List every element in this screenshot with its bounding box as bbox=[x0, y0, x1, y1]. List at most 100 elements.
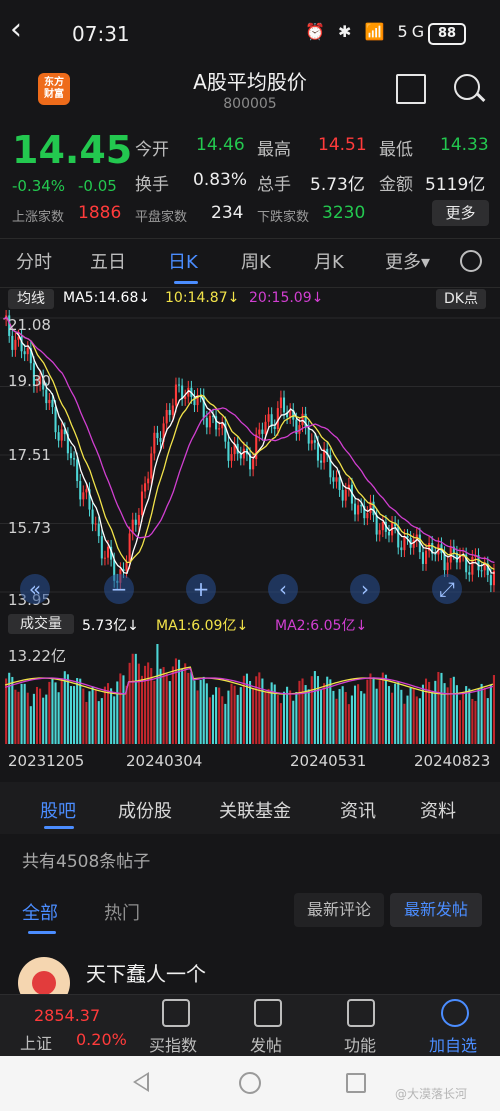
zoom-in-icon[interactable]: + bbox=[186, 574, 216, 604]
volume-bar bbox=[357, 684, 360, 744]
grid-icon[interactable] bbox=[347, 999, 375, 1027]
volume-bar bbox=[310, 676, 313, 744]
volume-bar bbox=[449, 677, 452, 744]
volume-bar bbox=[54, 682, 57, 744]
add-watchlist-button[interactable]: 加自选 bbox=[429, 1032, 477, 1056]
high-value: 14.51 bbox=[318, 135, 367, 155]
indicator-type-button[interactable]: 均线 bbox=[8, 289, 54, 309]
filter-all-tab[interactable]: 全部 bbox=[22, 899, 58, 925]
volume-bar bbox=[341, 686, 344, 744]
volume-bar bbox=[128, 662, 131, 744]
volume-bar bbox=[73, 686, 76, 744]
volume-bar bbox=[267, 688, 270, 744]
rewind-icon[interactable]: « bbox=[20, 574, 50, 604]
function-button[interactable]: 功能 bbox=[344, 1032, 376, 1056]
volume-bar bbox=[353, 685, 357, 744]
zoom-out-icon[interactable]: − bbox=[104, 574, 134, 604]
add-icon[interactable] bbox=[441, 999, 469, 1027]
ma5-value: MA5:14.68↓ bbox=[63, 290, 151, 306]
volume-bar bbox=[202, 676, 205, 744]
post-button[interactable]: 发帖 bbox=[250, 1032, 282, 1056]
more-quote-button[interactable]: 更多 bbox=[432, 200, 489, 226]
volume-bar bbox=[298, 680, 301, 744]
candle bbox=[69, 453, 73, 459]
candle bbox=[301, 413, 304, 426]
volume-bar bbox=[292, 700, 295, 744]
change-value: -0.05 bbox=[78, 177, 117, 195]
candle bbox=[128, 533, 131, 563]
fullscreen-icon[interactable]: ⤢ bbox=[432, 574, 462, 604]
ma10-value: 10:14.87↓ bbox=[165, 290, 240, 306]
volume-bar bbox=[474, 700, 477, 744]
volume-bar bbox=[415, 696, 418, 744]
index-value[interactable]: 2854.37 bbox=[34, 1006, 100, 1025]
candle bbox=[353, 503, 357, 515]
volume-bar bbox=[174, 658, 177, 744]
tab-five-day[interactable]: 五日 bbox=[90, 248, 126, 274]
volume-bar bbox=[227, 690, 230, 744]
scroll-right-icon[interactable]: › bbox=[350, 574, 380, 604]
candle bbox=[424, 550, 428, 564]
volume-bar bbox=[60, 678, 63, 744]
volume-bar bbox=[91, 686, 94, 744]
filter-hot-tab[interactable]: 热门 bbox=[104, 899, 140, 925]
change-pct: -0.34% bbox=[12, 177, 66, 195]
index-pct[interactable]: 0.20% bbox=[76, 1030, 127, 1049]
tab-news[interactable]: 资讯 bbox=[340, 797, 376, 823]
sort-latest-post[interactable]: 最新发帖 bbox=[390, 893, 482, 927]
volume-bar bbox=[468, 688, 471, 744]
volume-ma2: MA2:6.05亿↓ bbox=[275, 618, 368, 634]
home-nav-icon[interactable] bbox=[239, 1072, 261, 1094]
turnover-value: 0.83% bbox=[193, 170, 248, 190]
tab-weekly-k[interactable]: 周K bbox=[241, 248, 271, 274]
kline-chart[interactable] bbox=[0, 310, 500, 610]
price-axis-2: 19.30 bbox=[8, 372, 51, 390]
tab-related-funds[interactable]: 关联基金 bbox=[219, 797, 291, 823]
tab-profile[interactable]: 资料 bbox=[420, 797, 456, 823]
volume-bar bbox=[184, 663, 187, 744]
recents-nav-icon[interactable] bbox=[346, 1073, 366, 1093]
edit-icon[interactable] bbox=[254, 999, 282, 1027]
volume-indicator-button[interactable]: 成交量 bbox=[8, 614, 74, 634]
candle bbox=[360, 505, 363, 507]
settings-gear-icon[interactable] bbox=[460, 250, 482, 272]
buy-index-button[interactable]: 买指数 bbox=[149, 1032, 197, 1056]
candle bbox=[174, 384, 177, 406]
tab-monthly-k[interactable]: 月K bbox=[314, 248, 344, 274]
tab-constituents[interactable]: 成份股 bbox=[118, 797, 172, 823]
tab-intraday[interactable]: 分时 bbox=[16, 248, 52, 274]
volume-bar bbox=[258, 672, 261, 744]
tab-daily-k[interactable]: 日K bbox=[168, 248, 198, 274]
candle bbox=[79, 481, 82, 500]
volume-bar bbox=[344, 692, 347, 744]
sort-latest-comment[interactable]: 最新评论 bbox=[294, 893, 384, 927]
down-count: 3230 bbox=[322, 203, 366, 223]
candle bbox=[313, 440, 316, 443]
volume-bar bbox=[440, 672, 443, 744]
back-nav-icon[interactable] bbox=[133, 1072, 149, 1092]
volume-bar bbox=[400, 689, 403, 744]
back-icon[interactable]: ‹ bbox=[10, 12, 22, 47]
candle bbox=[341, 490, 344, 501]
candle bbox=[264, 421, 267, 434]
volume-bar bbox=[187, 672, 190, 744]
dk-point-button[interactable]: DK点 bbox=[436, 289, 486, 309]
volume-bar bbox=[35, 686, 39, 744]
tab-more[interactable]: 更多▾ bbox=[385, 248, 430, 274]
volume-bar bbox=[193, 680, 196, 744]
scroll-left-icon[interactable]: ‹ bbox=[268, 574, 298, 604]
candle bbox=[489, 575, 492, 586]
price-axis-3: 17.51 bbox=[8, 446, 51, 464]
volume-chart[interactable] bbox=[0, 640, 500, 750]
share-icon[interactable] bbox=[396, 74, 426, 104]
search-icon[interactable] bbox=[454, 74, 480, 100]
index-name[interactable]: 上证 bbox=[20, 1030, 52, 1054]
tab-forum[interactable]: 股吧 bbox=[40, 797, 76, 823]
volume-bar bbox=[252, 687, 255, 744]
chart-icon[interactable] bbox=[162, 999, 190, 1027]
up-count-label: 上涨家数 bbox=[12, 210, 65, 225]
post-username[interactable]: 天下蠢人一个 bbox=[86, 958, 206, 987]
volume-bar bbox=[332, 690, 335, 744]
active-tab-indicator bbox=[174, 281, 198, 284]
volume-bar bbox=[82, 688, 85, 744]
